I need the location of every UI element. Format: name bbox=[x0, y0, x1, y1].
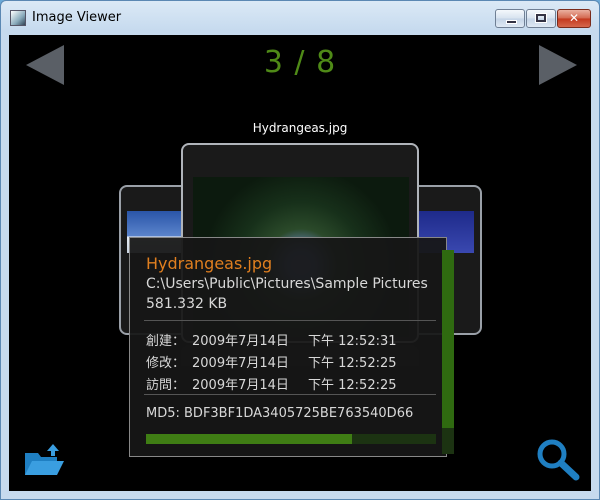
md5-hash: MD5: BDF3BF1DA3405725BE763540D66 bbox=[146, 406, 414, 421]
modified-label: 修改： bbox=[146, 356, 186, 371]
minimize-icon bbox=[506, 20, 517, 24]
accessed-time: 下午 12:52:25 bbox=[308, 378, 397, 393]
accessed-label: 訪問： bbox=[146, 378, 186, 393]
maximize-icon bbox=[535, 13, 547, 23]
current-filename: Hydrangeas.jpg bbox=[252, 121, 348, 135]
maximize-button[interactable] bbox=[526, 9, 556, 28]
created-row: 創建： 2009年7月14日 下午 12:52:31 bbox=[146, 330, 397, 349]
accessed-date: 2009年7月14日 bbox=[192, 378, 289, 393]
close-icon: ✕ bbox=[568, 11, 580, 25]
created-time: 下午 12:52:31 bbox=[308, 334, 397, 349]
divider bbox=[144, 320, 436, 321]
minimize-button[interactable] bbox=[495, 9, 525, 28]
info-filename: Hydrangeas.jpg bbox=[146, 254, 273, 273]
next-arrow-icon[interactable] bbox=[539, 45, 577, 85]
created-label: 創建： bbox=[146, 334, 186, 349]
info-path: C:\Users\Public\Pictures\Sample Pictures bbox=[146, 276, 428, 292]
accessed-row: 訪問： 2009年7月14日 下午 12:52:25 bbox=[146, 374, 397, 393]
horizontal-scroll-thumb[interactable] bbox=[146, 434, 352, 444]
folder-open-icon[interactable] bbox=[23, 439, 65, 479]
app-icon bbox=[10, 10, 26, 26]
image-counter: 3 / 8 bbox=[263, 45, 337, 80]
info-size: 581.332 KB bbox=[146, 296, 228, 312]
vertical-scroll-thumb[interactable] bbox=[442, 250, 454, 428]
magnifier-icon[interactable] bbox=[535, 437, 581, 481]
created-date: 2009年7月14日 bbox=[192, 334, 289, 349]
viewer-area: 3 / 8 Hydrangeas.jpg D g Hydrangeas.jpg … bbox=[9, 35, 591, 491]
modified-time: 下午 12:52:25 bbox=[308, 356, 397, 371]
file-info-panel: Hydrangeas.jpg C:\Users\Public\Pictures\… bbox=[129, 237, 454, 457]
modified-date: 2009年7月14日 bbox=[192, 356, 289, 371]
modified-row: 修改： 2009年7月14日 下午 12:52:25 bbox=[146, 352, 397, 371]
window-title: Image Viewer bbox=[32, 10, 122, 25]
close-button[interactable]: ✕ bbox=[557, 9, 591, 28]
title-bar[interactable]: Image Viewer ✕ bbox=[1, 1, 599, 35]
divider bbox=[144, 394, 436, 395]
app-window: Image Viewer ✕ 3 / 8 Hydrangeas.jpg D g … bbox=[0, 0, 600, 500]
